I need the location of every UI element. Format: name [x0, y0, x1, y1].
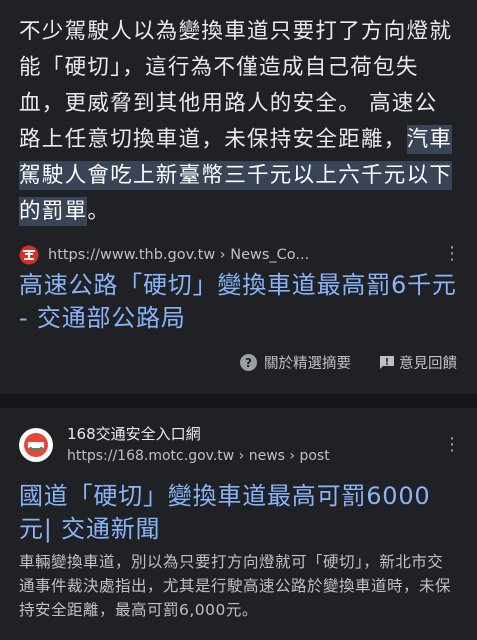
featured-snippet-feedback: ? 關於精選摘要 意見回饋	[240, 352, 457, 373]
result1-url: https://www.thb.gov.tw › News_Co...	[48, 247, 310, 263]
result2-url: https://168.motc.gov.tw › news › post	[67, 448, 330, 464]
thb-logo-icon	[19, 245, 39, 265]
168-logo-icon	[19, 428, 53, 462]
more-vert-icon[interactable]: ⋮	[443, 245, 461, 263]
result2-title-link[interactable]: 國道「硬切」變換車道最高可罰6000元| 交通新聞	[19, 480, 459, 546]
snippet-text-end: 。	[87, 199, 111, 224]
result1-source[interactable]: https://www.thb.gov.tw › News_Co...	[19, 244, 459, 266]
result2-site-name: 168交通安全入口網	[67, 425, 201, 443]
section-divider	[0, 394, 477, 408]
about-label: 關於精選摘要	[264, 356, 351, 372]
featured-snippet-text: 不少駕駛人以為變換車道只要打了方向燈就能「硬切」，這行為不僅造成自己荷包失血，更…	[19, 14, 459, 230]
more-vert-icon[interactable]: ⋮	[443, 436, 461, 454]
result2-description: 車輛變換車道，別以為只要打方向燈就可「硬切」，新北市交通事件裁決處指出，尤其是行…	[19, 553, 452, 619]
result1-title-link[interactable]: 高速公路「硬切」變換車道最高罰6千元 - 交通部公路局	[19, 269, 459, 335]
help-icon: ?	[240, 354, 257, 371]
feedback-icon	[380, 355, 394, 369]
feedback-button[interactable]: 意見回饋	[379, 352, 457, 373]
snippet-text: 不少駕駛人以為變換車道只要打了方向燈就能「硬切」，這行為不僅造成自己荷包失血，更…	[19, 19, 453, 152]
feedback-label: 意見回饋	[399, 356, 457, 372]
result2-source[interactable]: 168交通安全入口網 https://168.motc.gov.tw › new…	[19, 424, 459, 466]
about-featured-snippets-button[interactable]: ? 關於精選摘要	[240, 352, 351, 373]
